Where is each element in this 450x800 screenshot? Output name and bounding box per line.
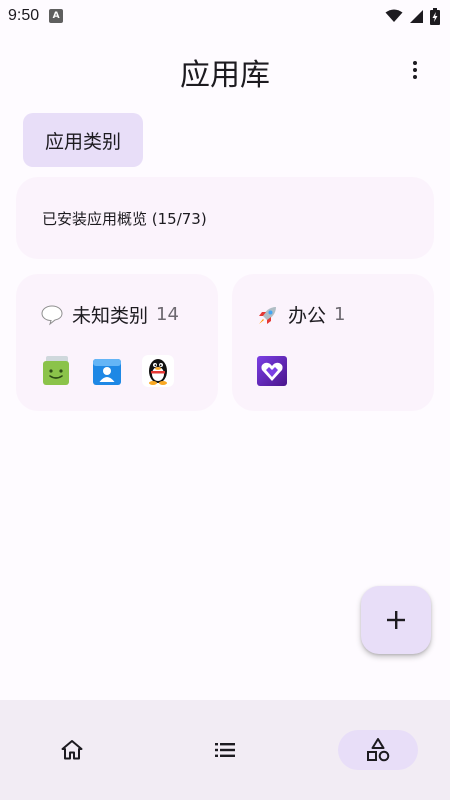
more-vert-icon-dot (413, 75, 417, 79)
shapes-icon (367, 738, 390, 762)
more-vert-icon-dot (413, 68, 417, 72)
more-vert-icon-dot (413, 61, 417, 65)
category-card-office[interactable]: 办公 1 (232, 274, 434, 411)
home-icon (61, 740, 83, 760)
blue-contacts-app-icon[interactable] (91, 355, 123, 387)
status-left: 9:50 A (8, 7, 64, 25)
bottom-navigation (0, 700, 450, 800)
nav-list[interactable] (185, 730, 265, 770)
category-count: 14 (156, 304, 179, 325)
nav-categories[interactable] (338, 730, 418, 770)
signal-icon (410, 9, 423, 23)
qq-penguin-app-icon[interactable] (142, 355, 174, 387)
status-bar: 9:50 A (0, 0, 450, 32)
speech-bubble-icon (41, 304, 63, 325)
plus-icon (387, 611, 405, 629)
wifi-icon (385, 9, 403, 22)
nav-home[interactable] (32, 730, 112, 770)
purple-heart-app-icon[interactable] (256, 355, 288, 387)
category-name: 未知类别 (72, 305, 149, 327)
category-count: 1 (334, 304, 346, 325)
rocket-icon (259, 306, 276, 324)
status-time: 9:50 (8, 7, 40, 24)
list-icon (215, 743, 235, 757)
page-title: 应用库 (180, 58, 270, 93)
installed-apps-overview-card[interactable]: 已安装应用概览 (15/73) (16, 177, 434, 259)
category-header: 未知类别 14 (40, 301, 179, 328)
category-app-icons (40, 355, 174, 387)
app-category-chip[interactable]: 应用类别 (23, 113, 143, 167)
category-header: 办公 1 (256, 301, 345, 328)
add-category-button[interactable] (361, 586, 431, 654)
green-message-app-icon[interactable] (40, 355, 72, 387)
more-options-button[interactable] (404, 58, 426, 82)
a-notification-icon: A (49, 9, 64, 23)
status-right (385, 7, 440, 25)
battery-charging-icon (430, 7, 440, 25)
overview-label: 已安装应用概览 (15/73) (42, 209, 207, 228)
category-name: 办公 (288, 305, 327, 327)
category-app-icons (256, 355, 288, 387)
category-card-unknown[interactable]: 未知类别 14 (16, 274, 218, 411)
